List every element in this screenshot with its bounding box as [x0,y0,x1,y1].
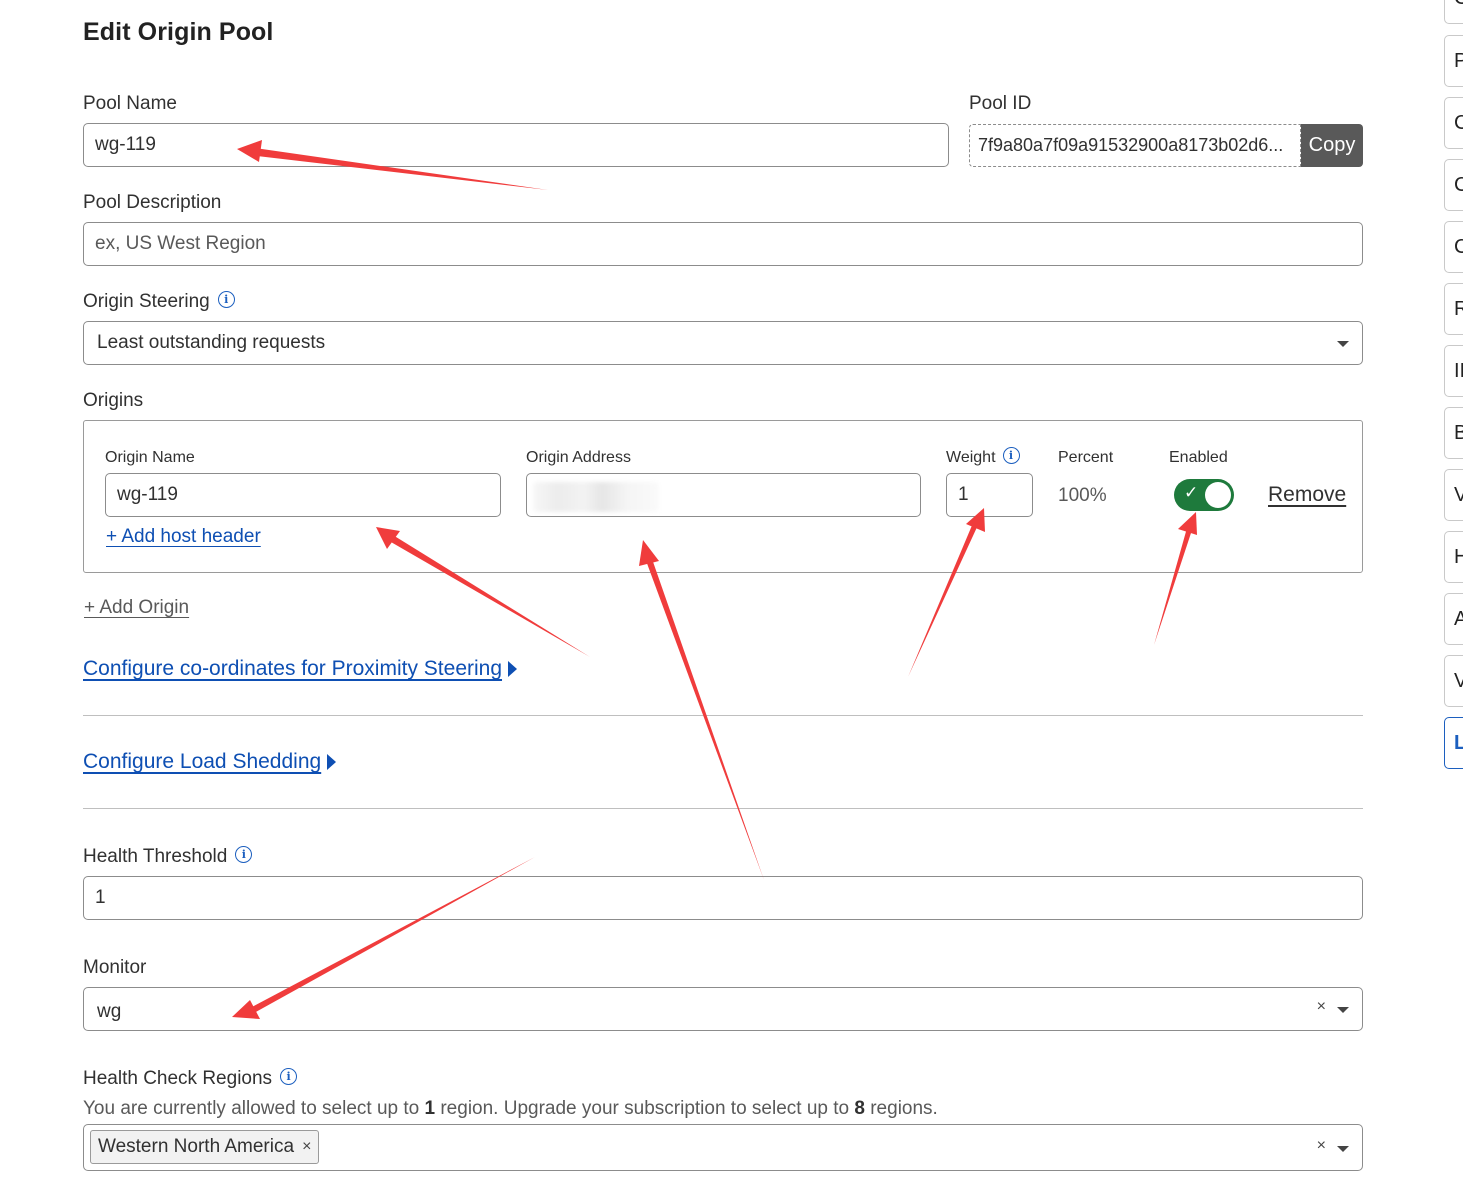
weight-column-label-text: Weight [946,449,996,466]
origin-steering-label-text: Origin Steering [83,291,210,312]
percent-value: 100% [1058,485,1107,506]
weight-input[interactable]: 1 [946,473,1033,517]
check-icon: ✓ [1184,483,1199,502]
remove-origin-button[interactable]: Remove [1268,483,1346,507]
origin-name-column-label: Origin Name [105,449,195,466]
origin-steering-label: Origin Steering i [83,291,235,313]
percent-column-label: Percent [1058,449,1114,466]
origin-steering-value: Least outstanding requests [97,332,326,353]
side-tab-label: C [1454,0,1463,10]
side-tab-label: C [1454,111,1463,134]
side-tab[interactable]: H [1444,531,1463,583]
region-tag: Western North America × [90,1130,320,1164]
health-threshold-label: Health Threshold i [83,846,253,868]
side-tab-label: A [1454,607,1463,630]
side-tab[interactable]: B [1444,407,1463,459]
load-shedding-link[interactable]: Configure Load Shedding [83,750,337,774]
chevron-down-icon[interactable] [1337,1007,1349,1013]
side-tab[interactable]: C [1444,97,1463,149]
monitor-value: wg [97,1001,122,1022]
divider [83,715,1363,716]
region-tag-label: Western North America [98,1136,295,1157]
pool-description-input[interactable]: ex, US West Region [83,222,1363,266]
origin-steering-select[interactable]: Least outstanding requests [83,321,1363,365]
chevron-down-icon[interactable] [1337,1146,1349,1152]
caret-right-icon [327,753,337,770]
proximity-steering-label: Configure co-ordinates for Proximity Ste… [83,657,503,680]
caret-right-icon [508,660,518,677]
side-tab-label: C [1454,173,1463,196]
copy-pool-id-button[interactable]: Copy [1301,124,1363,167]
pool-id-field[interactable]: 7f9a80a7f09a91532900a8173b02d6... [969,124,1301,167]
pool-id-value: 7f9a80a7f09a91532900a8173b02d6... [978,135,1284,155]
side-tab[interactable]: A [1444,593,1463,645]
side-tab-label: R [1454,297,1463,320]
health-threshold-input[interactable]: 1 [83,876,1363,920]
weight-value: 1 [958,484,969,505]
origin-name-value: wg-119 [117,484,178,505]
side-tab[interactable]: V [1444,655,1463,707]
health-check-regions-label: Health Check Regions i [83,1068,298,1090]
monitor-label: Monitor [83,957,147,978]
pool-name-input[interactable]: wg-119 [83,123,949,167]
side-tab[interactable]: R [1444,283,1463,335]
divider [83,808,1363,809]
upgrade-region-limit: 8 [854,1098,865,1119]
annotation-arrow-origin-address [639,540,764,880]
side-tab-label: C [1454,235,1463,258]
toggle-knob [1205,482,1231,508]
health-check-regions-note: You are currently allowed to select up t… [83,1098,938,1120]
chevron-down-icon [1337,341,1349,347]
info-icon[interactable]: i [1002,447,1020,465]
clear-icon[interactable]: × [1317,1137,1326,1155]
load-shedding-label: Configure Load Shedding [83,750,322,773]
side-tab[interactable]: C [1444,0,1463,24]
side-tab[interactable]: C [1444,159,1463,211]
remove-tag-icon[interactable]: × [302,1138,311,1156]
redacted-address [533,482,659,512]
origin-address-column-label: Origin Address [526,449,631,466]
note-text: regions. [864,1098,938,1119]
side-tab-label: II [1454,359,1463,382]
proximity-steering-link[interactable]: Configure co-ordinates for Proximity Ste… [83,657,518,681]
side-tab-label: V [1454,669,1463,692]
side-tab-label: P [1454,49,1463,72]
weight-column-label: Weight i [946,447,1020,467]
info-icon[interactable]: i [235,846,253,864]
health-check-regions-label-text: Health Check Regions [83,1068,273,1089]
side-tab[interactable]: C [1444,221,1463,273]
side-tab-label: L [1454,731,1463,754]
info-icon[interactable]: i [217,291,235,309]
pool-description-placeholder: ex, US West Region [95,233,266,254]
side-tab[interactable]: P [1444,35,1463,87]
side-tab-label: V [1454,483,1463,506]
info-icon[interactable]: i [280,1068,298,1086]
side-tab[interactable]: II [1444,345,1463,397]
health-threshold-label-text: Health Threshold [83,846,228,867]
origins-label: Origins [83,390,144,411]
enabled-toggle[interactable]: ✓ [1174,479,1234,511]
region-limit: 1 [424,1098,436,1119]
side-tab[interactable]: V [1444,469,1463,521]
side-tab-active[interactable]: L [1444,717,1463,769]
side-tab-label: H [1454,545,1463,568]
health-threshold-value: 1 [95,887,106,908]
origin-name-input[interactable]: wg-119 [105,473,501,517]
enabled-column-label: Enabled [1169,449,1228,466]
add-host-header-link[interactable]: + Add host header [106,526,261,548]
clear-icon[interactable]: × [1317,998,1326,1016]
pool-description-label: Pool Description [83,192,222,213]
pool-name-value: wg-119 [95,134,156,155]
pool-id-label: Pool ID [969,93,1032,114]
side-tab-label: B [1454,421,1463,444]
page-title: Edit Origin Pool [83,18,274,46]
note-text: region. Upgrade your subscription to sel… [435,1098,855,1119]
pool-name-label: Pool Name [83,93,177,114]
add-origin-link[interactable]: + Add Origin [84,597,189,619]
note-text: You are currently allowed to select up t… [83,1098,425,1119]
monitor-select[interactable]: wg × [83,987,1363,1031]
